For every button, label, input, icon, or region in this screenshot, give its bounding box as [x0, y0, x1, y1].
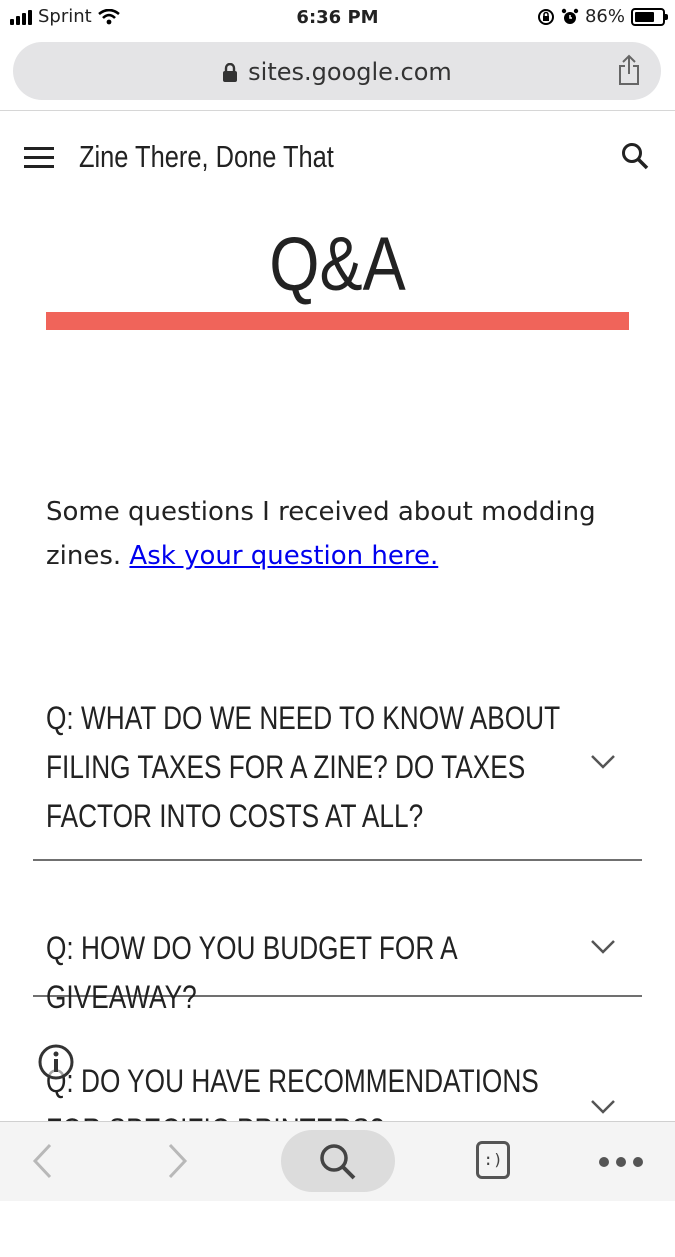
- page-title: Q&A: [269, 222, 406, 307]
- site-title[interactable]: Zine There, Done That: [79, 139, 334, 175]
- url-text: sites.google.com: [248, 58, 452, 86]
- menu-icon[interactable]: [24, 147, 54, 169]
- back-icon[interactable]: [30, 1142, 54, 1180]
- chevron-down-icon[interactable]: [590, 1099, 616, 1115]
- lock-icon: [223, 63, 238, 82]
- forward-icon[interactable]: [166, 1142, 190, 1180]
- chevron-down-icon[interactable]: [590, 939, 616, 955]
- rotation-lock-icon: [537, 8, 554, 25]
- url-display[interactable]: sites.google.com: [13, 58, 661, 86]
- browser-address-area: sites.google.com: [0, 36, 675, 111]
- intro-paragraph: Some questions I received about modding …: [46, 490, 636, 578]
- battery-percent: 86%: [584, 6, 625, 27]
- status-bar: Sprint 6:36 PM 86%: [0, 0, 675, 36]
- search-tab-button[interactable]: [281, 1130, 395, 1192]
- title-underline-bar: [46, 312, 629, 330]
- faq-item-giveaway[interactable]: Q: HOW DO YOU BUDGET FOR A GIVEAWAY?: [33, 921, 642, 1015]
- more-icon[interactable]: [598, 1156, 644, 1168]
- faq-question: Q: WHAT DO WE NEED TO KNOW ABOUT FILING …: [46, 700, 560, 834]
- battery-icon: [631, 7, 668, 26]
- extension-glyph: :): [483, 1150, 503, 1169]
- extension-icon[interactable]: :): [476, 1141, 510, 1179]
- browser-toolbar: :): [0, 1121, 675, 1201]
- faq-question: Q: HOW DO YOU BUDGET FOR A GIVEAWAY?: [46, 930, 457, 1015]
- address-bar[interactable]: sites.google.com: [13, 42, 661, 100]
- ask-question-link[interactable]: Ask your question here.: [129, 541, 438, 571]
- alarm-icon: [561, 8, 579, 24]
- chevron-down-icon[interactable]: [590, 754, 616, 770]
- faq-item-taxes[interactable]: Q: WHAT DO WE NEED TO KNOW ABOUT FILING …: [33, 690, 642, 861]
- status-right: 86%: [537, 6, 668, 27]
- share-icon[interactable]: [617, 54, 641, 86]
- search-icon: [320, 1144, 356, 1180]
- info-icon[interactable]: [37, 1043, 75, 1081]
- site-header: Zine There, Done That: [0, 111, 675, 206]
- search-icon[interactable]: [620, 141, 650, 171]
